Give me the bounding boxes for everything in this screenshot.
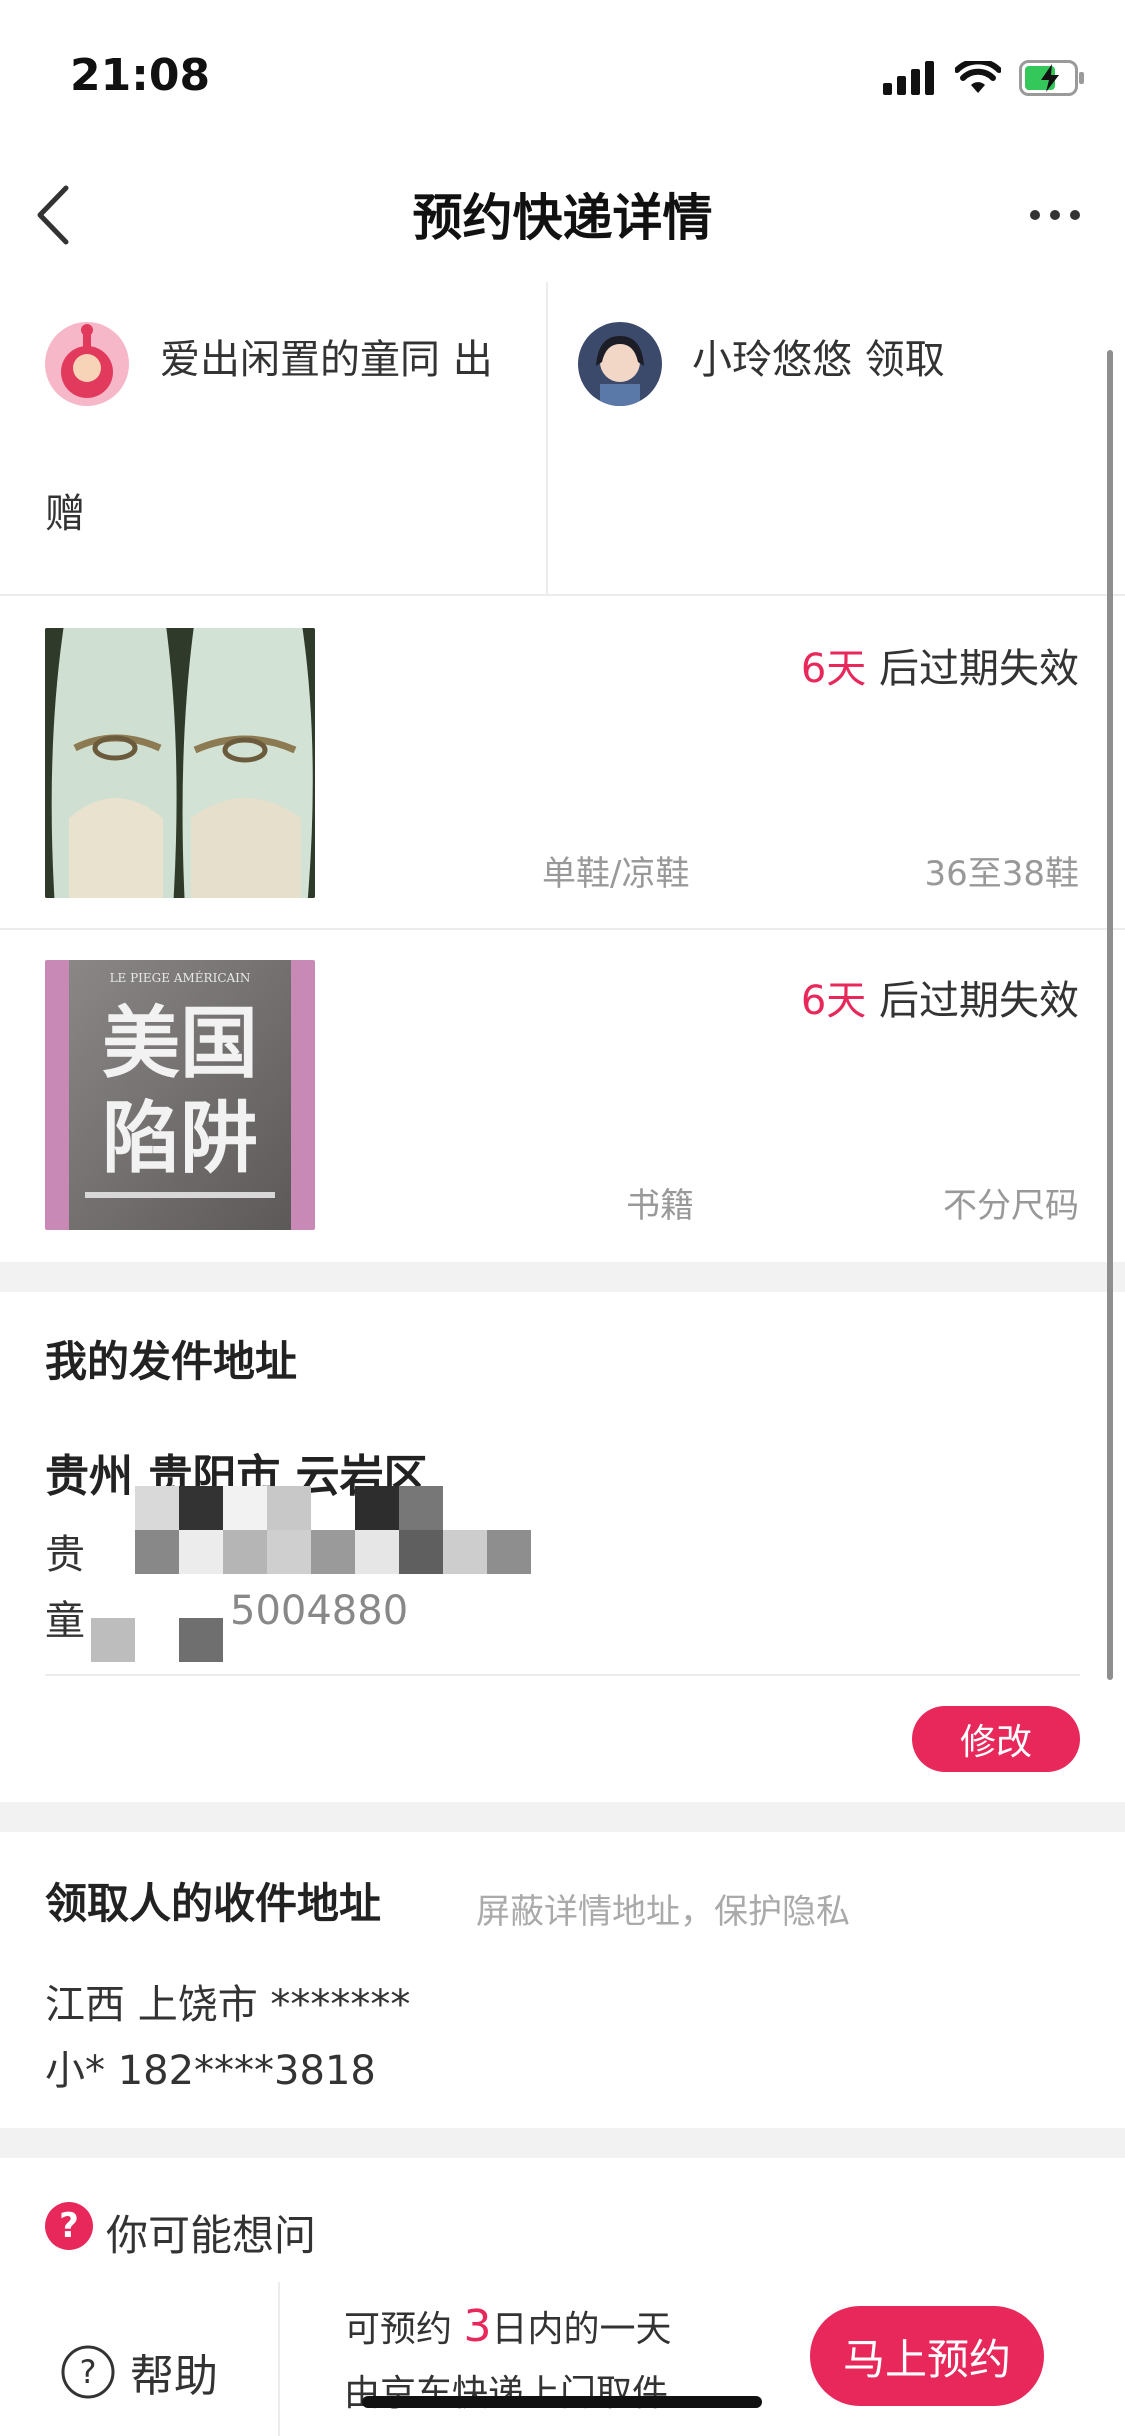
receiver-name: 小玲悠悠 领取 <box>692 337 945 383</box>
giver-avatar[interactable] <box>45 322 129 406</box>
section-separator <box>0 1262 1125 1292</box>
address-divider <box>45 1674 1080 1676</box>
more-dot-icon <box>1070 210 1080 220</box>
privacy-note: 屏蔽详情地址，保护隐私 <box>476 1892 850 1932</box>
home-indicator <box>362 2396 762 2408</box>
more-dot-icon <box>1030 210 1040 220</box>
section-separator <box>0 1802 1125 1832</box>
receiver-address-contact: 小* 182****3818 <box>45 2048 376 2094</box>
my-address-title: 我的发件地址 <box>45 1337 298 1386</box>
help-button[interactable]: ? 帮助 <box>60 2340 218 2404</box>
signal-icon <box>883 61 934 95</box>
giver-name-continued: 赠 <box>45 491 85 537</box>
more-dot-icon <box>1050 210 1060 220</box>
booking-info: 可预约 3日内的一天 <box>344 2300 671 2352</box>
help-circle-icon: ? <box>61 2345 115 2399</box>
section-separator <box>0 2128 1125 2158</box>
receiver-address-title: 领取人的收件地址 <box>45 1879 382 1928</box>
booking-info-suffix: 日内的一天 <box>491 2309 672 2350</box>
status-icons <box>883 60 1085 96</box>
page-title: 预约快递详情 <box>412 189 713 247</box>
booking-info-line2: 由京东快递上门取件 <box>344 2373 669 2414</box>
user-panel-divider <box>546 282 548 594</box>
item-category: 书籍 <box>626 1186 694 1226</box>
faq-link[interactable]: 你可能想问 <box>106 2202 316 2263</box>
expire-text: 6天 后过期失效 <box>801 636 1079 694</box>
booking-info-prefix: 可预约 <box>344 2309 464 2350</box>
book-now-button[interactable]: 马上预约 <box>810 2306 1044 2406</box>
expire-text: 6天 后过期失效 <box>801 968 1079 1026</box>
item-size: 36至38鞋 <box>924 854 1079 894</box>
status-time: 21:08 <box>70 50 211 101</box>
expire-suffix: 后过期失效 <box>866 978 1079 1024</box>
svg-text:?: ? <box>80 2353 97 2391</box>
wifi-icon <box>955 61 1001 93</box>
battery-charging-icon <box>1019 60 1084 96</box>
my-address-detail: 贵 <box>45 1532 85 1578</box>
bottom-divider <box>278 2282 280 2436</box>
help-label: 帮助 <box>130 2351 218 2402</box>
item-image[interactable]: LE PIEGE AMÉRICAIN 美国 陷阱 <box>45 960 315 1230</box>
my-address-contact: 童 <box>45 1598 85 1644</box>
expire-days: 6天 <box>800 646 867 692</box>
user-panel <box>0 282 1125 596</box>
item-image[interactable] <box>45 628 315 898</box>
receiver-avatar[interactable] <box>578 322 662 406</box>
expire-suffix: 后过期失效 <box>866 646 1079 692</box>
redaction-mosaic <box>91 1486 545 1662</box>
item-category: 单鞋/凉鞋 <box>542 854 690 894</box>
more-button[interactable] <box>1025 200 1085 230</box>
giver-name: 爱出闲置的童同 出 <box>160 337 493 383</box>
question-icon: ? <box>45 2202 93 2250</box>
scrollbar[interactable] <box>1107 350 1113 1680</box>
item-size: 不分尺码 <box>943 1186 1079 1226</box>
expire-days: 6天 <box>800 978 867 1024</box>
book-title-top: 美国 <box>102 998 258 1089</box>
book-header: LE PIEGE AMÉRICAIN <box>110 970 251 985</box>
book-title-bottom: 陷阱 <box>102 1093 258 1184</box>
receiver-address-region: 江西 上饶市 ******* <box>45 1982 411 2028</box>
edit-address-button[interactable]: 修改 <box>912 1706 1080 1772</box>
booking-days-number: 3 <box>463 2301 492 2352</box>
